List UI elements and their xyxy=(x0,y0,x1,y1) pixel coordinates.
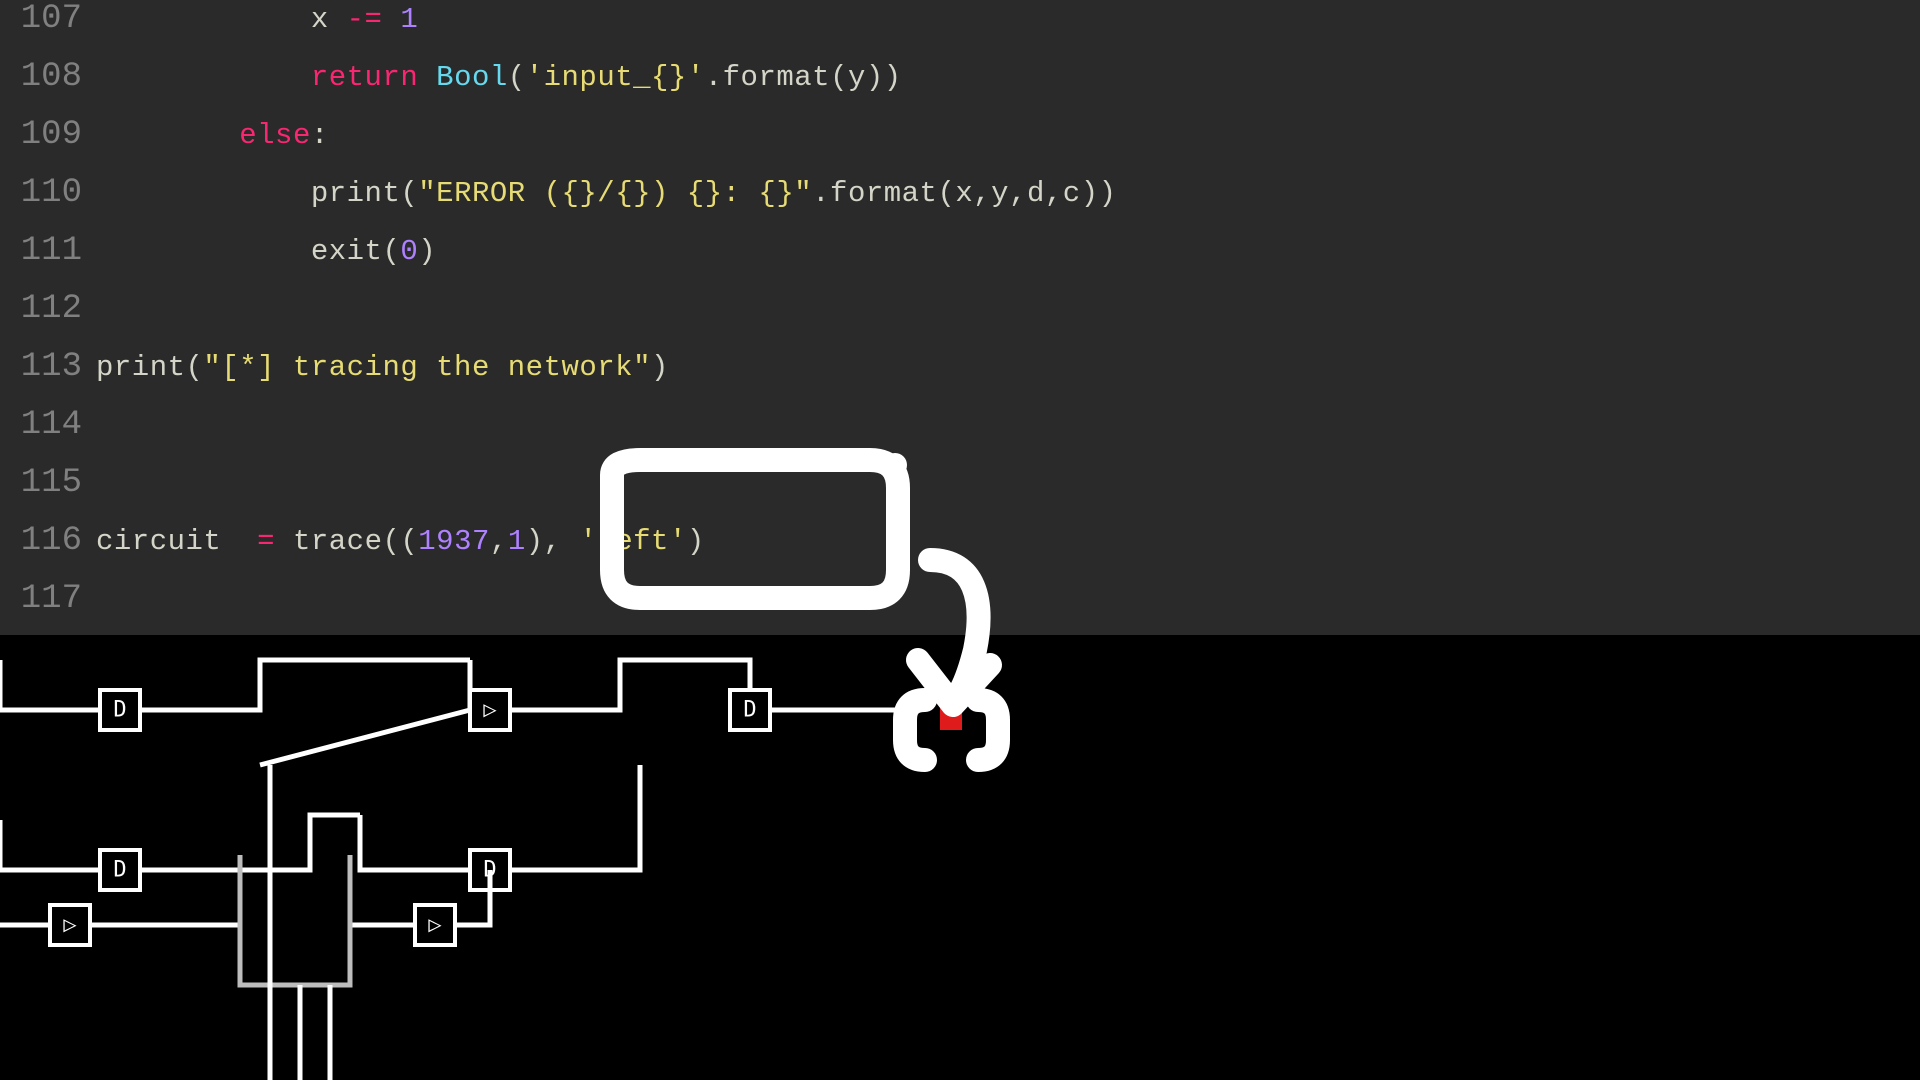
code-line[interactable]: 107 x -= 1 xyxy=(0,0,1920,58)
code-text[interactable]: return Bool('input_{}'.format(y)) xyxy=(96,61,902,94)
svg-text:D: D xyxy=(113,858,126,883)
code-text[interactable]: circuit = trace((1937,1), 'left') xyxy=(96,525,705,558)
code-text[interactable]: print("ERROR ({}/{}) {}: {}".format(x,y,… xyxy=(96,177,1117,210)
circuit-target-pixel[interactable] xyxy=(940,708,962,730)
circuit-diagram-panel: .wire { stroke:#fff; stroke-width:5; fil… xyxy=(0,635,1920,1080)
code-line[interactable]: 110 print("ERROR ({}/{}) {}: {}".format(… xyxy=(0,174,1920,232)
code-text[interactable]: x -= 1 xyxy=(96,3,418,36)
code-line[interactable]: 113 print("[*] tracing the network") xyxy=(0,348,1920,406)
svg-text:▷: ▷ xyxy=(483,698,497,723)
line-number: 107 xyxy=(0,0,96,38)
code-editor[interactable]: 107 x -= 1 108 return Bool('input_{}'.fo… xyxy=(0,0,1920,638)
line-number: 114 xyxy=(0,406,96,444)
code-line[interactable]: 109 else: xyxy=(0,116,1920,174)
code-line[interactable]: 114 xyxy=(0,406,1920,464)
line-number: 115 xyxy=(0,464,96,502)
line-number: 113 xyxy=(0,348,96,386)
code-line[interactable]: 117 xyxy=(0,580,1920,638)
line-number: 112 xyxy=(0,290,96,328)
line-number: 109 xyxy=(0,116,96,154)
svg-text:D: D xyxy=(113,698,126,723)
line-number: 111 xyxy=(0,232,96,270)
line-number: 117 xyxy=(0,580,96,618)
code-line[interactable]: 112 xyxy=(0,290,1920,348)
svg-text:D: D xyxy=(743,698,756,723)
line-number: 108 xyxy=(0,58,96,96)
code-line[interactable]: 111 exit(0) xyxy=(0,232,1920,290)
code-text[interactable]: exit(0) xyxy=(96,235,436,268)
code-line[interactable]: 115 xyxy=(0,464,1920,522)
line-number: 110 xyxy=(0,174,96,212)
circuit-diagram[interactable]: .wire { stroke:#fff; stroke-width:5; fil… xyxy=(0,635,1920,1080)
code-line[interactable]: 108 return Bool('input_{}'.format(y)) xyxy=(0,58,1920,116)
code-text[interactable]: else: xyxy=(96,119,329,152)
svg-text:▷: ▷ xyxy=(428,913,442,938)
svg-text:▷: ▷ xyxy=(63,913,77,938)
code-line[interactable]: 116 circuit = trace((1937,1), 'left') xyxy=(0,522,1920,580)
code-text[interactable]: print("[*] tracing the network") xyxy=(96,351,669,384)
line-number: 116 xyxy=(0,522,96,560)
